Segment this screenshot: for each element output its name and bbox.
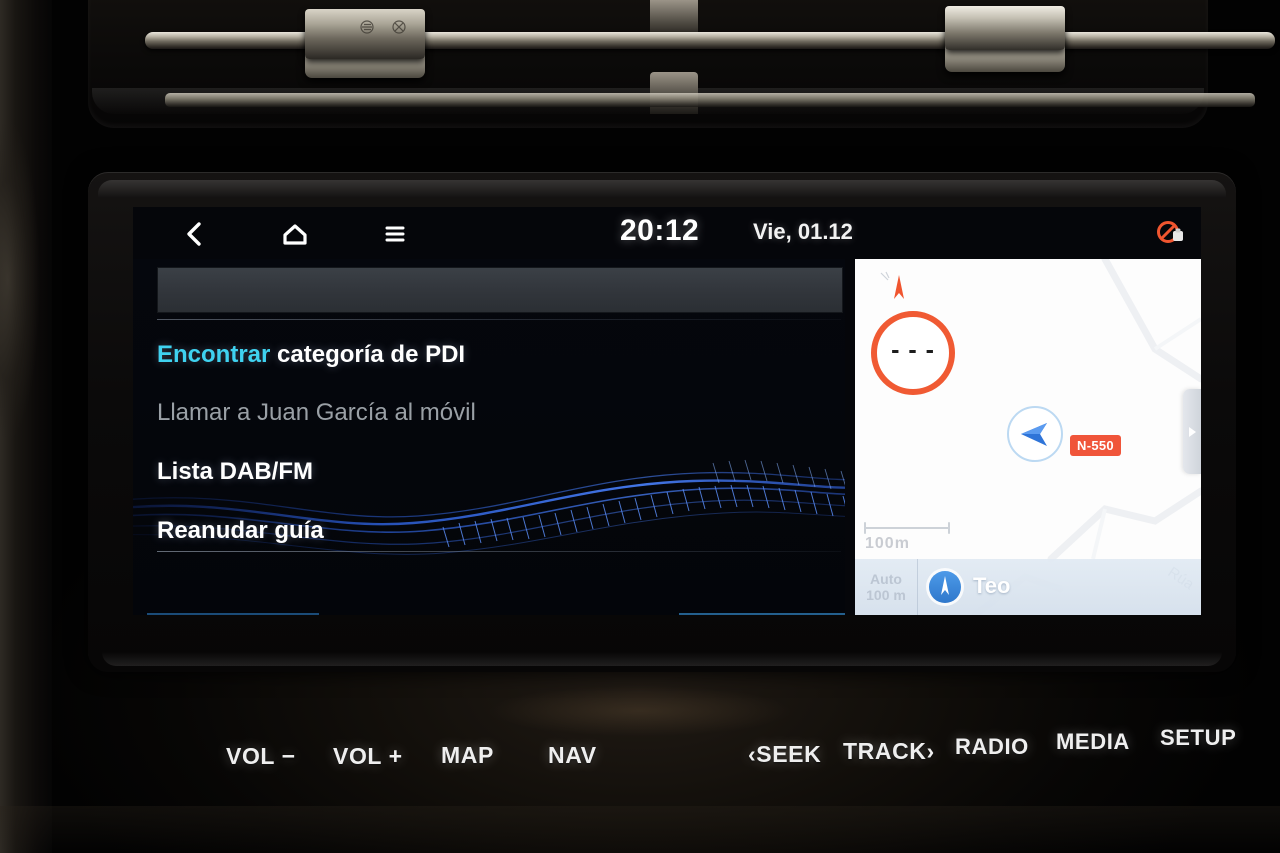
voice-command-text: Llamar a Juan García al móvil: [157, 399, 476, 426]
seek-button[interactable]: ‹SEEK: [748, 741, 821, 768]
status-bar: 20:12 Vie, 01.12: [133, 207, 1201, 259]
date: Vie, 01.12: [753, 219, 853, 244]
map-place-name: Teo: [973, 573, 1011, 598]
track-button[interactable]: TRACK›: [843, 738, 935, 765]
clock: 20:12: [620, 214, 700, 247]
help-button[interactable]: Ayuda: [679, 613, 845, 615]
voice-command-item[interactable]: Encontrar categoría de PDI: [157, 341, 465, 369]
map-zoom-mode-label: Auto: [870, 570, 902, 587]
map-orientation-icon[interactable]: [929, 571, 961, 603]
no-online-connection-icon: [1157, 221, 1183, 243]
vol-up-button[interactable]: VOL +: [333, 743, 403, 770]
voice-action-bar: Salir Reconocimiento de voz en línea ina…: [133, 607, 845, 615]
head-unit-photo: 20:12 Vie, 01.12 Encontrar categoría de …: [0, 0, 1280, 853]
exit-button[interactable]: Salir: [147, 613, 319, 615]
hard-button-row: VOL − VOL + MAP NAV ‹SEEK TRACK› RADIO M…: [0, 700, 1280, 810]
map-expand-handle[interactable]: [1183, 389, 1201, 474]
map-zoom-value: 100 m: [866, 587, 906, 603]
voice-command-item[interactable]: Reanudar guía: [157, 517, 324, 545]
voice-command-item[interactable]: Lista DAB/FM: [157, 458, 313, 486]
voice-progress-bar[interactable]: [157, 267, 843, 313]
back-chevron-icon[interactable]: [178, 219, 212, 249]
nav-button[interactable]: NAV: [548, 742, 597, 769]
vent-hazard-glyphs: [360, 20, 406, 34]
road-shield: N-550: [1070, 435, 1121, 456]
vent-slider-right[interactable]: [945, 6, 1065, 50]
air-vent-assembly: [40, 0, 1275, 128]
voice-command-text: Lista DAB/FM: [157, 458, 313, 485]
voice-command-text: categoría de PDI: [270, 341, 466, 368]
voice-command-item[interactable]: Llamar a Juan García al móvil: [157, 399, 476, 427]
vent-chrome-lower-bar: [165, 93, 1255, 107]
voice-command-keyword: Encontrar: [157, 341, 271, 368]
home-icon[interactable]: [278, 219, 312, 249]
vol-down-button[interactable]: VOL −: [226, 743, 296, 770]
panel-divider-bottom: [157, 551, 841, 552]
speed-limit-sign: - - -: [871, 311, 955, 395]
vehicle-position-marker: [1007, 406, 1063, 462]
vehicle-position-arrow: [1021, 423, 1047, 446]
voice-recognition-panel: Encontrar categoría de PDI Llamar a Juan…: [133, 259, 845, 615]
media-button[interactable]: MEDIA: [1056, 729, 1130, 755]
speed-limit-value: - - -: [891, 335, 935, 364]
compass-needle-icon: [941, 576, 949, 595]
map-footer-bar: Auto 100 m Teo: [855, 559, 1201, 615]
dashboard-bottom-sheen: [0, 806, 1280, 853]
map-panel[interactable]: - - - N-550 100m Rúa: [855, 259, 1201, 615]
map-scale-bar: [864, 522, 950, 534]
map-zoom-mode[interactable]: Auto 100 m: [855, 559, 918, 615]
radio-button[interactable]: RADIO: [955, 734, 1029, 760]
expand-right-arrow-icon: [1188, 426, 1196, 437]
map-button[interactable]: MAP: [441, 742, 494, 769]
infotainment-screen[interactable]: 20:12 Vie, 01.12 Encontrar categoría de …: [133, 207, 1201, 615]
north-compass-icon[interactable]: [877, 269, 921, 309]
hamburger-menu-icon[interactable]: [378, 219, 412, 249]
map-scale-label: 100m: [865, 535, 910, 552]
panel-divider-top: [157, 319, 841, 320]
setup-button[interactable]: SETUP: [1160, 725, 1236, 751]
voice-command-text: Reanudar guía: [157, 517, 324, 544]
